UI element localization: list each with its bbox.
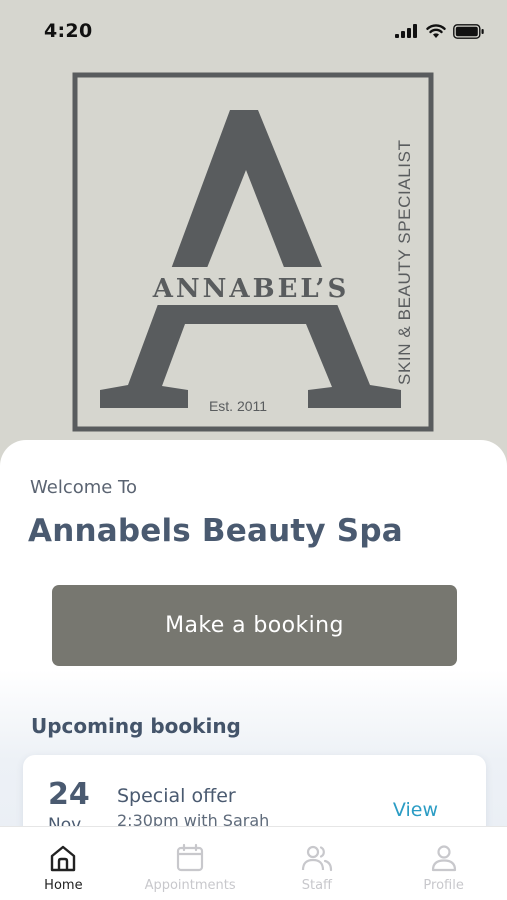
wifi-icon — [426, 23, 446, 38]
battery-icon — [453, 23, 484, 39]
logo-tagline-text: SKIN & BEAUTY SPECIALIST — [395, 139, 414, 385]
hero-banner: ANNABEL’S Est. 2011 SKIN & BEAUTY SPECIA… — [0, 62, 507, 452]
spa-name: Annabels Beauty Spa — [28, 513, 403, 549]
booking-day: 24 — [48, 777, 90, 812]
tab-staff-label: Staff — [301, 878, 333, 893]
home-icon — [51, 845, 76, 872]
tab-appointments[interactable]: Appointments — [127, 827, 254, 900]
booking-title: Special offer — [117, 785, 236, 807]
status-icons — [395, 23, 485, 39]
status-time: 4:20 — [44, 20, 93, 42]
calendar-icon — [177, 843, 204, 872]
staff-icon — [301, 845, 332, 872]
welcome-label: Welcome To — [30, 477, 138, 498]
cellular-signal-icon — [395, 24, 417, 38]
tab-home-label: Home — [44, 878, 83, 893]
tab-home[interactable]: Home — [0, 827, 127, 900]
view-booking-link[interactable]: View — [393, 799, 438, 821]
upcoming-booking-title: Upcoming booking — [31, 714, 241, 738]
tab-bar: Home Appointments Staff Profile — [0, 826, 507, 900]
profile-icon — [431, 845, 456, 872]
logo-brand-text: ANNABEL’S — [152, 274, 350, 304]
tab-profile-label: Profile — [423, 878, 464, 893]
tab-staff[interactable]: Staff — [254, 827, 381, 900]
brand-logo: ANNABEL’S Est. 2011 SKIN & BEAUTY SPECIA… — [72, 72, 434, 432]
logo-established-text: Est. 2011 — [209, 398, 267, 414]
status-bar: 4:20 — [0, 0, 507, 62]
tab-appointments-label: Appointments — [144, 878, 236, 893]
tab-profile[interactable]: Profile — [380, 827, 507, 900]
make-booking-button[interactable]: Make a booking — [52, 585, 457, 666]
